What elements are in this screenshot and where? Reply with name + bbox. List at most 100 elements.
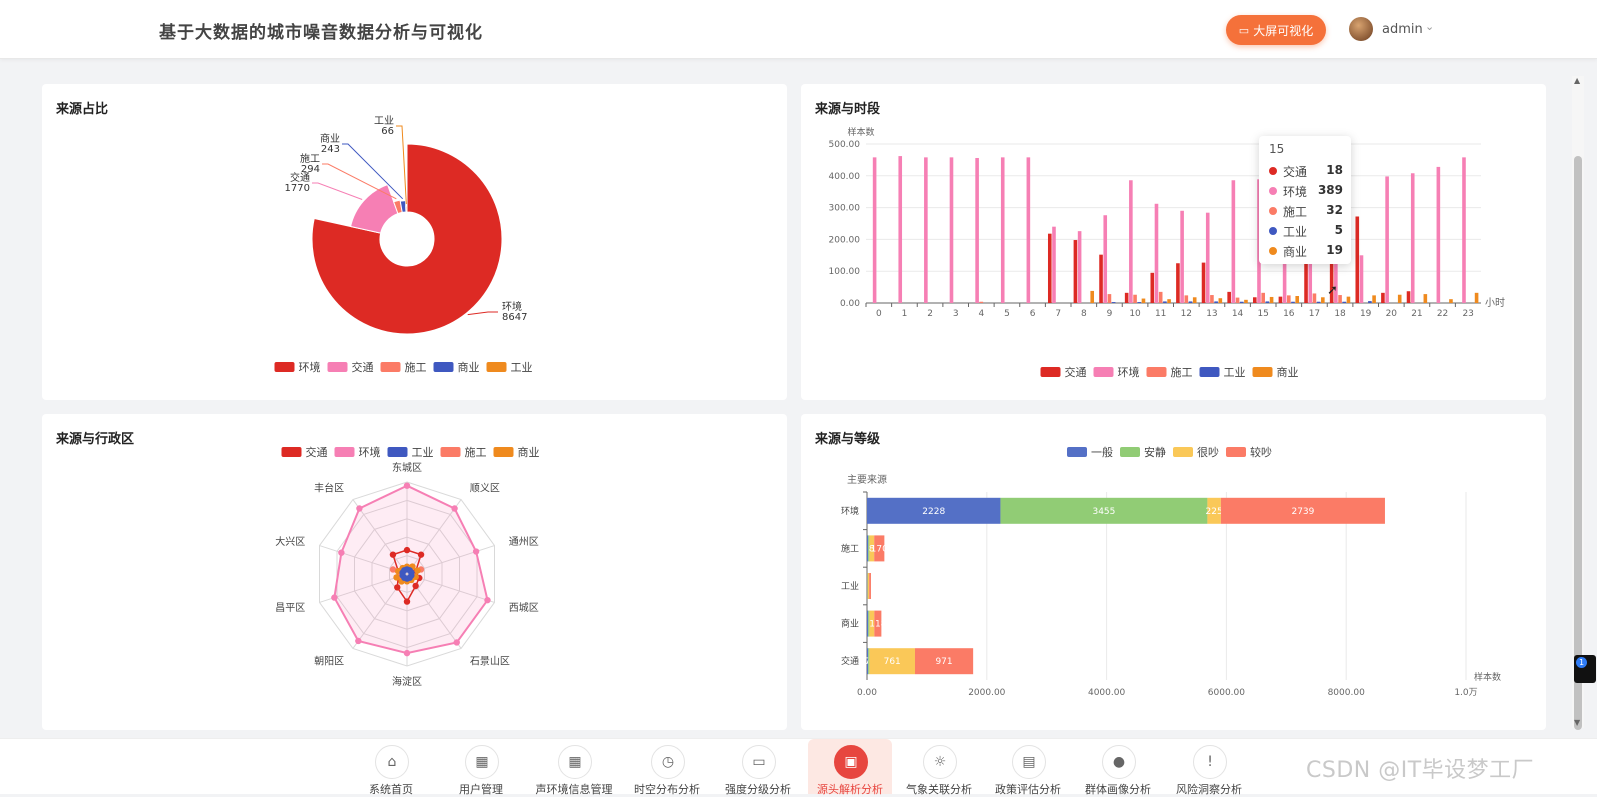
nav-item-weather[interactable]: ☼ 气象关联分析 <box>897 739 981 796</box>
legend-swatch <box>440 447 461 457</box>
nav-item-env-info[interactable]: ▦ 声环境信息管理 <box>532 739 616 796</box>
radar-point <box>412 582 419 590</box>
monitor-icon: ▭ <box>1238 24 1250 37</box>
y-tick-label: 200.00 <box>829 235 861 245</box>
x-tick-label: 22 <box>1437 309 1448 319</box>
warning-icon: ! <box>1193 745 1227 779</box>
nav-item-risk[interactable]: ! 风险洞察分析 <box>1167 739 1251 796</box>
bar <box>1205 212 1210 303</box>
pie-slice <box>405 205 408 213</box>
clock-icon: ◷ <box>651 745 685 779</box>
legend-swatch <box>1067 447 1087 457</box>
bar <box>1184 295 1189 303</box>
bar <box>1436 166 1441 303</box>
radar-point <box>472 548 480 555</box>
presentation-icon: ▭ <box>742 745 776 779</box>
nav-item-users[interactable]: ▦ 用户管理 <box>439 739 523 796</box>
y-tick-label: 400.00 <box>829 172 861 182</box>
chevron-down-icon[interactable]: ⌄ <box>1425 20 1434 33</box>
nav-item-home[interactable]: ⌂ 系统首页 <box>349 739 433 796</box>
bar <box>1244 299 1248 303</box>
sun-icon: ☼ <box>923 745 957 779</box>
bar <box>1316 301 1321 303</box>
legend-swatch <box>327 362 348 372</box>
radar-point <box>417 551 425 558</box>
legend-label: 商业 <box>518 445 540 459</box>
bar <box>1287 295 1291 303</box>
side-float-widget[interactable]: 1 <box>1574 655 1596 683</box>
bar <box>1462 157 1466 303</box>
bar <box>1261 292 1265 303</box>
nav-item-portrait[interactable]: ● 群体画像分析 <box>1076 739 1160 796</box>
stack-segment <box>868 648 870 675</box>
pie-chart[interactable]: 环境8647交通1770施工294商业243工业66环境 交通 施工 商业 工业 <box>42 84 787 400</box>
nav-label: 强度分级分析 <box>725 783 791 796</box>
y-axis-label: 样本数 <box>847 126 874 138</box>
big-screen-button[interactable]: ▭ 大屏可视化 <box>1226 15 1326 45</box>
bar <box>1133 294 1137 303</box>
pie-label-value: 1770 <box>285 183 310 194</box>
grid-icon: ▦ <box>465 745 499 779</box>
bar <box>1397 294 1402 303</box>
radar-point <box>484 596 491 604</box>
x-tick-label: 14 <box>1232 309 1244 319</box>
scroll-up-icon[interactable]: ▲ <box>1574 76 1580 85</box>
radar-point <box>403 482 411 489</box>
segment-value-label: 225 <box>1206 507 1223 517</box>
x-tick-label: 1.0万 <box>1454 688 1477 698</box>
panel-source-hour: 来源与时段 0.00 100.00 200.00 300.00 400.00 500.00… <box>801 84 1546 400</box>
tooltip-row: 交通 18 <box>1269 162 1347 180</box>
legend-label: 一般 <box>1091 446 1113 459</box>
legend-label: 施工 <box>1171 366 1193 379</box>
bar <box>1201 262 1206 303</box>
legend-swatch <box>1173 447 1193 457</box>
stack-segment <box>867 610 869 637</box>
bar <box>1368 301 1372 303</box>
radar-point <box>356 505 363 512</box>
nav-item-policy[interactable]: ▤ 政策评估分析 <box>986 739 1070 796</box>
nav-item-spatiotemporal[interactable]: ◷ 时空分布分析 <box>625 739 709 796</box>
mouse-cursor-icon: ➚ <box>1327 283 1338 298</box>
legend-swatch <box>1093 367 1114 377</box>
hour-bar-chart[interactable]: 0.00 100.00 200.00 300.00 400.00 500.00 样本数小时 0… <box>801 84 1546 400</box>
bar <box>1000 157 1005 303</box>
tooltip-name: 施工 <box>1283 205 1308 219</box>
legend-label: 商业 <box>458 360 480 374</box>
tooltip-value: 19 <box>1326 243 1343 257</box>
x-axis-label: 小时 <box>1485 297 1505 309</box>
radar-point <box>403 546 411 554</box>
district-radar-chart[interactable]: 东城区顺义区通州区西城区石景山区海淀区 朝阳区 昌平区 大兴区 丰台区 交通 环境 工业 施工 商… <box>42 414 787 730</box>
nav-item-intensity[interactable]: ▭ 强度分级分析 <box>716 739 800 796</box>
avatar[interactable] <box>1349 17 1373 41</box>
bar <box>1176 263 1180 303</box>
source-icon: ▣ <box>834 745 868 779</box>
legend-label: 较吵 <box>1250 445 1272 459</box>
pie-label-line <box>467 311 498 316</box>
y-tick-label: 300.00 <box>829 204 861 214</box>
legend-swatch <box>1199 367 1220 377</box>
bar <box>898 156 903 303</box>
scrollbar-thumb[interactable] <box>1574 156 1582 730</box>
username[interactable]: admin <box>1382 22 1423 37</box>
bar <box>1073 240 1078 303</box>
bar <box>1474 292 1479 303</box>
panel-source-ratio: 来源占比 环境 8647 交通 1770 施工 294 商业 243 工业 66 环境 交通 施工 商业工… <box>42 84 787 400</box>
radar-indicator-label: 大兴区 <box>275 535 305 548</box>
x-tick-label: 21 <box>1411 309 1422 319</box>
bar <box>1167 299 1171 303</box>
nav-item-source[interactable]: ▣ 源头解析分析 <box>808 739 892 796</box>
bar <box>872 157 877 303</box>
level-stacked-bar-chart[interactable]: 0.00 2000.00 4000.00 6000.00 8000.00 1.0万 主要来源… <box>801 414 1546 730</box>
scroll-down-icon[interactable]: ▼ <box>1574 718 1580 727</box>
radar-indicator-label: 朝阳区 <box>314 656 344 668</box>
x-tick-label: 11 <box>1155 309 1166 319</box>
bar <box>1103 215 1108 303</box>
segment-value-label: 2228 <box>922 507 945 517</box>
bar <box>1278 296 1283 303</box>
home-icon: ⌂ <box>375 745 409 779</box>
segment-value-label: 170 <box>871 544 888 554</box>
y-tick-label: 施工 <box>841 542 859 554</box>
stack-segment <box>869 573 871 599</box>
legend-swatch <box>334 447 355 457</box>
legend-swatch <box>1146 367 1167 377</box>
